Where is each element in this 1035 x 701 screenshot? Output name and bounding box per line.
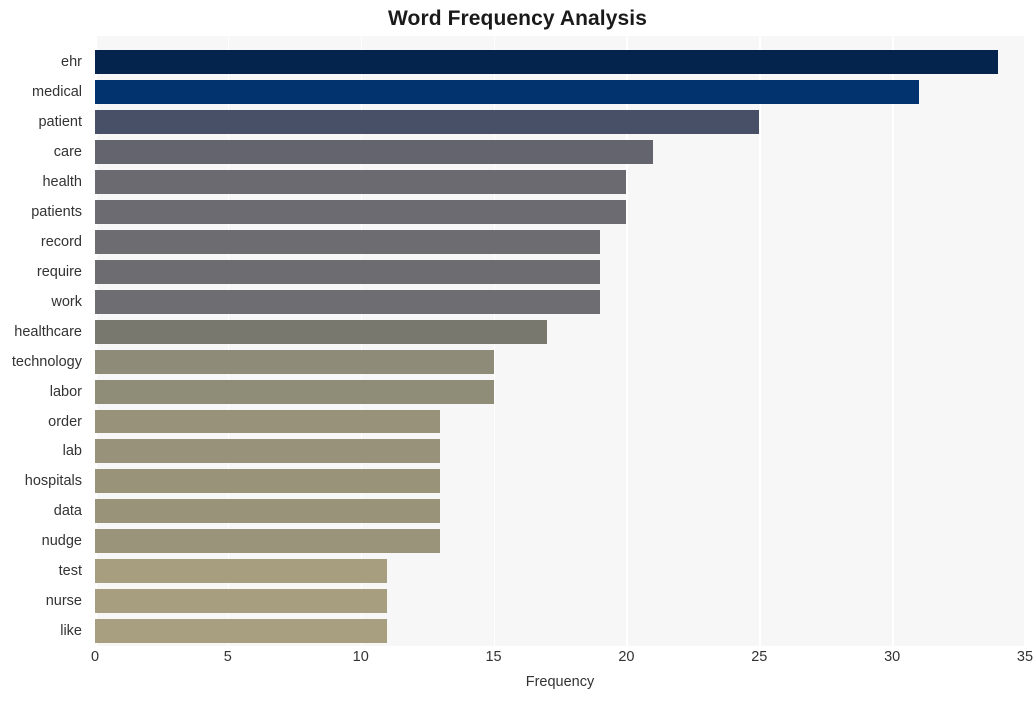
bar-row[interactable] bbox=[95, 559, 1025, 584]
x-tick-label-15: 15 bbox=[485, 649, 502, 665]
y-tick-label-hospitals: hospitals bbox=[24, 473, 82, 490]
y-tick-label-medical: medical bbox=[32, 84, 82, 101]
bar-row[interactable] bbox=[95, 439, 1025, 464]
bar-medical[interactable] bbox=[95, 80, 919, 105]
y-tick-label-ehr: ehr bbox=[61, 54, 82, 71]
bar-row[interactable] bbox=[95, 140, 1025, 165]
bar-data[interactable] bbox=[95, 499, 441, 524]
bar-care[interactable] bbox=[95, 140, 653, 165]
bar-health[interactable] bbox=[95, 170, 627, 195]
bar-require[interactable] bbox=[95, 259, 600, 284]
x-tick-label-30: 30 bbox=[884, 649, 901, 665]
y-tick-label-lab: lab bbox=[62, 443, 82, 460]
chart-figure: Word Frequency Analysis ehr medical patien… bbox=[0, 0, 1035, 701]
y-tick-label-patients: patients bbox=[31, 203, 82, 220]
bar-row[interactable] bbox=[95, 379, 1025, 404]
y-tick-label-nurse: nurse bbox=[45, 593, 82, 610]
bar-row[interactable] bbox=[95, 589, 1025, 614]
bar-row[interactable] bbox=[95, 319, 1025, 344]
y-tick-label-order: order bbox=[48, 413, 82, 430]
y-tick-label-like: like bbox=[60, 623, 82, 640]
bar-nudge[interactable] bbox=[95, 529, 441, 554]
y-tick-label-patient: patient bbox=[38, 114, 82, 131]
bar-row[interactable] bbox=[95, 50, 1025, 75]
bar-row[interactable] bbox=[95, 409, 1025, 434]
bar-test[interactable] bbox=[95, 559, 388, 584]
bar-row[interactable] bbox=[95, 200, 1025, 224]
y-tick-label-work: work bbox=[51, 293, 82, 310]
x-tick-label-10: 10 bbox=[352, 649, 369, 665]
bar-patients[interactable] bbox=[95, 200, 627, 224]
bar-patient[interactable] bbox=[95, 110, 760, 135]
plot-area bbox=[95, 36, 1025, 646]
bar-work[interactable] bbox=[95, 289, 600, 314]
bar-row[interactable] bbox=[95, 80, 1025, 105]
bar-row[interactable] bbox=[95, 229, 1025, 254]
x-tick-label-25: 25 bbox=[751, 649, 768, 665]
y-tick-label-healthcare: healthcare bbox=[14, 323, 82, 340]
bar-nurse[interactable] bbox=[95, 589, 388, 614]
y-tick-label-nudge: nudge bbox=[41, 533, 82, 550]
bar-row[interactable] bbox=[95, 619, 1025, 643]
bar-technology[interactable] bbox=[95, 349, 494, 374]
x-tick-label-20: 20 bbox=[618, 649, 635, 665]
bar-row[interactable] bbox=[95, 170, 1025, 195]
bar-row[interactable] bbox=[95, 110, 1025, 135]
y-tick-label-test: test bbox=[58, 563, 82, 580]
bar-ehr[interactable] bbox=[95, 50, 999, 75]
x-axis-label: Frequency bbox=[525, 674, 595, 690]
bar-labor[interactable] bbox=[95, 379, 494, 404]
chart-title: Word Frequency Analysis bbox=[387, 7, 648, 30]
bar-like[interactable] bbox=[95, 619, 388, 643]
bar-row[interactable] bbox=[95, 529, 1025, 554]
y-tick-label-labor: labor bbox=[49, 383, 82, 400]
x-tick-label-0: 0 bbox=[90, 649, 100, 665]
y-axis-tick-labels: ehr medical patient care health patients recor… bbox=[0, 36, 88, 646]
bar-hospitals[interactable] bbox=[95, 469, 441, 494]
x-tick-label-35: 35 bbox=[1016, 649, 1034, 665]
y-tick-label-health: health bbox=[42, 174, 82, 191]
y-tick-label-record: record bbox=[40, 233, 82, 250]
bar-row[interactable] bbox=[95, 259, 1025, 284]
y-tick-label-technology: technology bbox=[11, 353, 82, 370]
bar-record[interactable] bbox=[95, 229, 600, 254]
bar-row[interactable] bbox=[95, 289, 1025, 314]
bar-lab[interactable] bbox=[95, 439, 441, 464]
x-axis-tick-labels: 0 5 10 15 20 25 30 35 bbox=[0, 650, 1035, 672]
bar-healthcare[interactable] bbox=[95, 319, 547, 344]
x-tick-label-5: 5 bbox=[223, 649, 232, 665]
bar-row[interactable] bbox=[95, 499, 1025, 524]
y-tick-label-data: data bbox=[53, 503, 82, 520]
bar-order[interactable] bbox=[95, 409, 441, 434]
bar-row[interactable] bbox=[95, 469, 1025, 494]
bar-row[interactable] bbox=[95, 349, 1025, 374]
y-tick-label-require: require bbox=[36, 263, 82, 280]
y-tick-label-care: care bbox=[53, 144, 82, 161]
